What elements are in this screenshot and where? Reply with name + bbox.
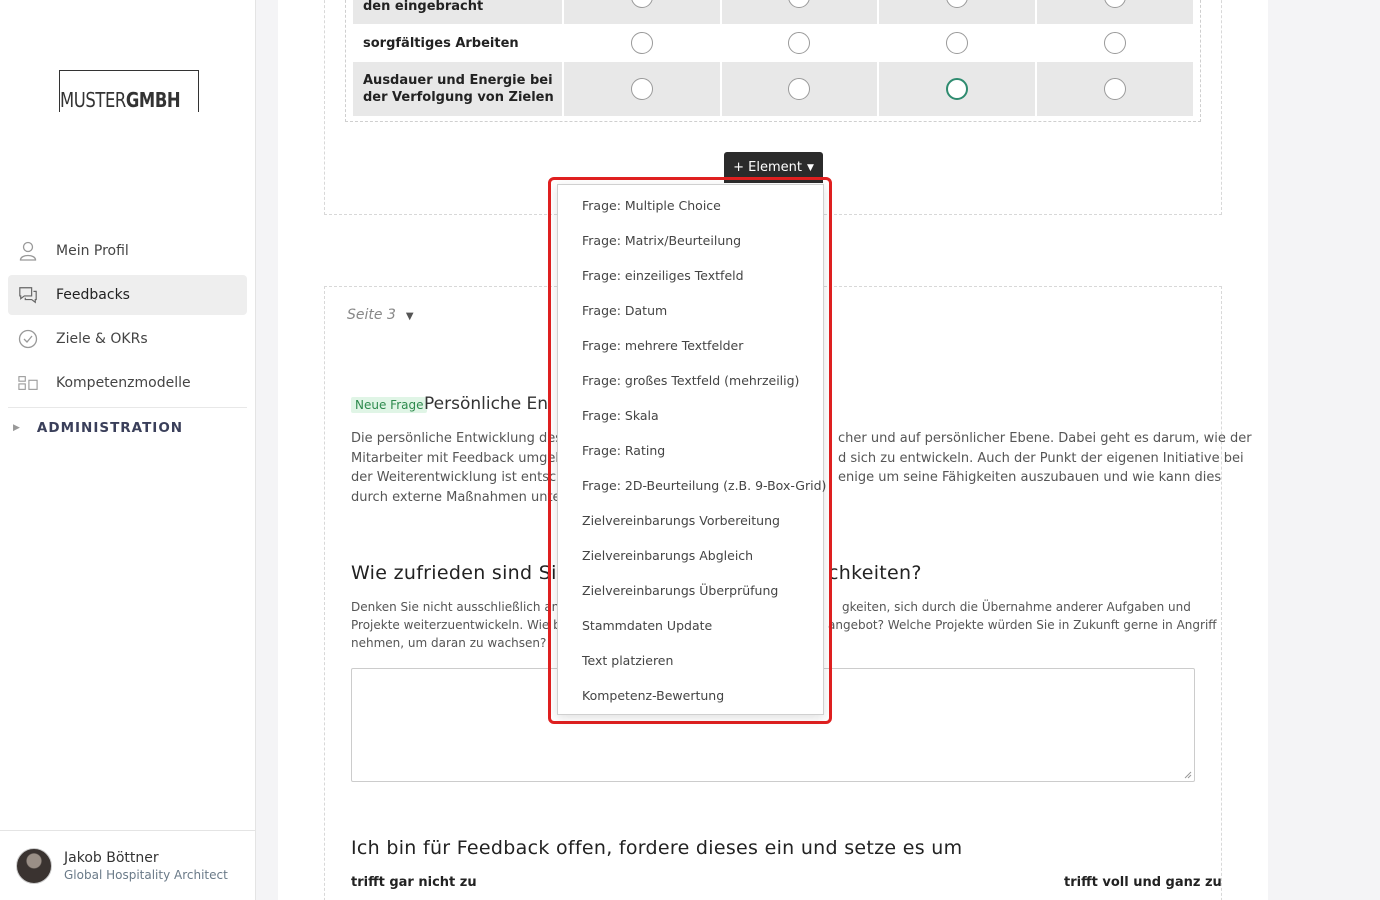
description-line: Mitarbeiter mit Feedback umgeht u bbox=[351, 450, 582, 466]
radio-option[interactable] bbox=[788, 78, 811, 100]
company-logo[interactable]: MUSTERGMBH bbox=[59, 70, 199, 113]
description-line: enige um seine Fähigkeiten auszubauen un… bbox=[838, 470, 1222, 485]
matrix-row-label: Ausdauer und Energie bei der Verfolgung … bbox=[353, 62, 562, 116]
matrix-cell bbox=[721, 62, 878, 116]
hint-line: angebot? Welche Projekte würden Sie in Z… bbox=[828, 618, 1217, 632]
nav-item-label: Mein Profil bbox=[56, 243, 129, 259]
dropdown-item-single-line-text[interactable]: Frage: einzeiliges Textfeld bbox=[558, 258, 823, 293]
question-description-right: cher und auf persönlicher Ebene. Dabei g… bbox=[838, 429, 1252, 488]
question-description-left: Die persönliche Entwicklung des Mi Mitar… bbox=[351, 429, 581, 507]
hint-line: gkeiten, sich durch die Übernahme andere… bbox=[842, 600, 1191, 614]
matrix-row-label: sorgfältiges Arbeiten bbox=[363, 35, 519, 51]
question-2-title-end: chkeiten? bbox=[828, 562, 922, 584]
dropdown-item-multiple-choice[interactable]: Frage: Multiple Choice bbox=[558, 188, 823, 223]
page-selector[interactable]: Seite 3 ▼ bbox=[347, 307, 414, 323]
caret-down-icon: ▼ bbox=[405, 311, 414, 322]
radio-option[interactable] bbox=[788, 0, 811, 8]
nav-item-label: Kompetenzmodelle bbox=[56, 375, 191, 391]
nav-item-label: Feedbacks bbox=[56, 287, 130, 303]
dropdown-item-large-text[interactable]: Frage: großes Textfeld (mehrzeilig) bbox=[558, 363, 823, 398]
dropdown-item-place-text[interactable]: Text platzieren bbox=[558, 643, 823, 678]
question-3-title: Ich bin für Feedback offen, fordere dies… bbox=[351, 837, 963, 859]
radio-option[interactable] bbox=[630, 0, 653, 8]
radio-option[interactable] bbox=[1104, 0, 1127, 8]
scale-low-label: trifft gar nicht zu bbox=[351, 875, 477, 890]
check-circle-icon bbox=[18, 329, 38, 349]
description-line: d sich zu entwickeln. Auch der Punkt der… bbox=[838, 450, 1244, 466]
expand-triangle-icon: ▶ bbox=[13, 423, 21, 433]
page-label: Seite 3 bbox=[347, 307, 396, 323]
element-type-dropdown: Frage: Multiple Choice Frage: Matrix/Beu… bbox=[557, 184, 826, 715]
main-navigation: Mein Profil Feedbacks Ziele & OKRs Kompe… bbox=[8, 231, 247, 448]
nav-item-administration[interactable]: ▶ ADMINISTRATION bbox=[8, 408, 247, 448]
user-icon bbox=[18, 241, 38, 261]
dropdown-item-matrix[interactable]: Frage: Matrix/Beurteilung bbox=[558, 223, 823, 258]
dropdown-item-goal-comparison[interactable]: Zielvereinbarungs Abgleich bbox=[558, 538, 823, 573]
radio-option[interactable] bbox=[1104, 78, 1127, 100]
user-role: Global Hospitality Architect bbox=[64, 867, 228, 882]
right-margin bbox=[1268, 0, 1345, 900]
nav-item-kompetenzmodelle[interactable]: Kompetenzmodelle bbox=[8, 363, 247, 403]
nav-item-label: Ziele & OKRs bbox=[56, 331, 148, 347]
matrix-row: sorgfältiges Arbeiten bbox=[353, 24, 1193, 62]
matrix-cell bbox=[563, 0, 720, 24]
matrix-row: Ausdauer und Energie bei der Verfolgung … bbox=[353, 62, 1194, 116]
dropdown-item-rating[interactable]: Frage: Rating bbox=[558, 433, 823, 468]
dropdown-item-2d-rating[interactable]: Frage: 2D-Beurteilung (z.B. 9-Box-Grid) bbox=[558, 468, 826, 503]
radio-option-selected[interactable] bbox=[946, 78, 969, 100]
hint-line: Denken Sie nicht ausschließlich an Tr bbox=[351, 600, 574, 614]
dropdown-item-multiple-text-fields[interactable]: Frage: mehrere Textfelder bbox=[558, 328, 823, 363]
resize-handle-icon[interactable] bbox=[1184, 771, 1192, 779]
question-2-title-start: Wie zufrieden sind Sie bbox=[351, 562, 569, 584]
question-title: Persönliche Entw bbox=[424, 394, 550, 414]
matrix-cell bbox=[879, 24, 1035, 62]
dropdown-item-master-data-update[interactable]: Stammdaten Update bbox=[558, 608, 823, 643]
nav-item-ziele-okrs[interactable]: Ziele & OKRs bbox=[8, 319, 247, 359]
radio-option[interactable] bbox=[630, 78, 653, 100]
sidebar: MUSTERGMBH Mein Profil Feedbacks Ziele &… bbox=[0, 0, 256, 900]
user-name: Jakob Böttner bbox=[64, 849, 159, 866]
dropdown-item-date[interactable]: Frage: Datum bbox=[558, 293, 823, 328]
matrix-row: den eingebracht bbox=[353, 0, 1194, 24]
radio-option[interactable] bbox=[1104, 32, 1127, 54]
description-line: Die persönliche Entwicklung des Mi bbox=[351, 431, 581, 446]
question-2-hint-left: Denken Sie nicht ausschließlich an Tr Pr… bbox=[351, 598, 578, 652]
avatar bbox=[16, 847, 52, 884]
matrix-cell bbox=[721, 0, 878, 24]
dropdown-item-goal-review[interactable]: Zielvereinbarungs Überprüfung bbox=[558, 573, 823, 608]
add-element-label: + Element bbox=[733, 160, 802, 175]
radio-option[interactable] bbox=[946, 32, 969, 54]
matrix-cell bbox=[879, 62, 1036, 116]
matrix-cell bbox=[563, 62, 720, 116]
description-line: der Weiterentwicklung ist entschei bbox=[351, 470, 577, 485]
matrix-cell bbox=[1037, 24, 1193, 62]
new-question-badge: Neue Frage bbox=[351, 397, 428, 413]
question-2-hint-right: gkeiten, sich durch die Übernahme andere… bbox=[828, 598, 1217, 634]
user-profile[interactable]: Jakob Böttner Global Hospitality Archite… bbox=[0, 830, 256, 900]
nav-item-mein-profil[interactable]: Mein Profil bbox=[8, 231, 247, 271]
nav-item-feedbacks[interactable]: Feedbacks bbox=[8, 275, 247, 315]
matrix-cell bbox=[722, 24, 878, 62]
dropdown-item-goal-preparation[interactable]: Zielvereinbarungs Vorbereitung bbox=[558, 503, 823, 538]
description-line: durch externe Maßnahmen unters bbox=[351, 489, 573, 505]
matrix-cell bbox=[1037, 62, 1194, 116]
matrix-cell bbox=[879, 0, 1036, 24]
chat-icon bbox=[18, 285, 38, 305]
matrix-cell bbox=[564, 24, 720, 62]
description-line: cher und auf persönlicher Ebene. Dabei g… bbox=[838, 431, 1252, 446]
dropdown-item-scale[interactable]: Frage: Skala bbox=[558, 398, 823, 433]
radio-option[interactable] bbox=[630, 32, 653, 54]
caret-down-icon: ▼ bbox=[806, 162, 814, 173]
dropdown-item-competency-rating[interactable]: Kompetenz-Bewertung bbox=[558, 678, 823, 713]
hint-line: nehmen, um daran zu wachsen? bbox=[351, 636, 547, 650]
matrix-cell bbox=[1037, 0, 1194, 24]
admin-label: ADMINISTRATION bbox=[36, 420, 184, 436]
scale-high-label: trifft voll und ganz zu bbox=[1064, 875, 1222, 890]
hint-line: Projekte weiterzuentwickeln. Wie bew bbox=[351, 618, 578, 632]
radio-option[interactable] bbox=[946, 0, 969, 8]
matrix-row-label: den eingebracht bbox=[353, 0, 562, 24]
model-icon bbox=[18, 373, 38, 393]
radio-option[interactable] bbox=[788, 32, 811, 54]
